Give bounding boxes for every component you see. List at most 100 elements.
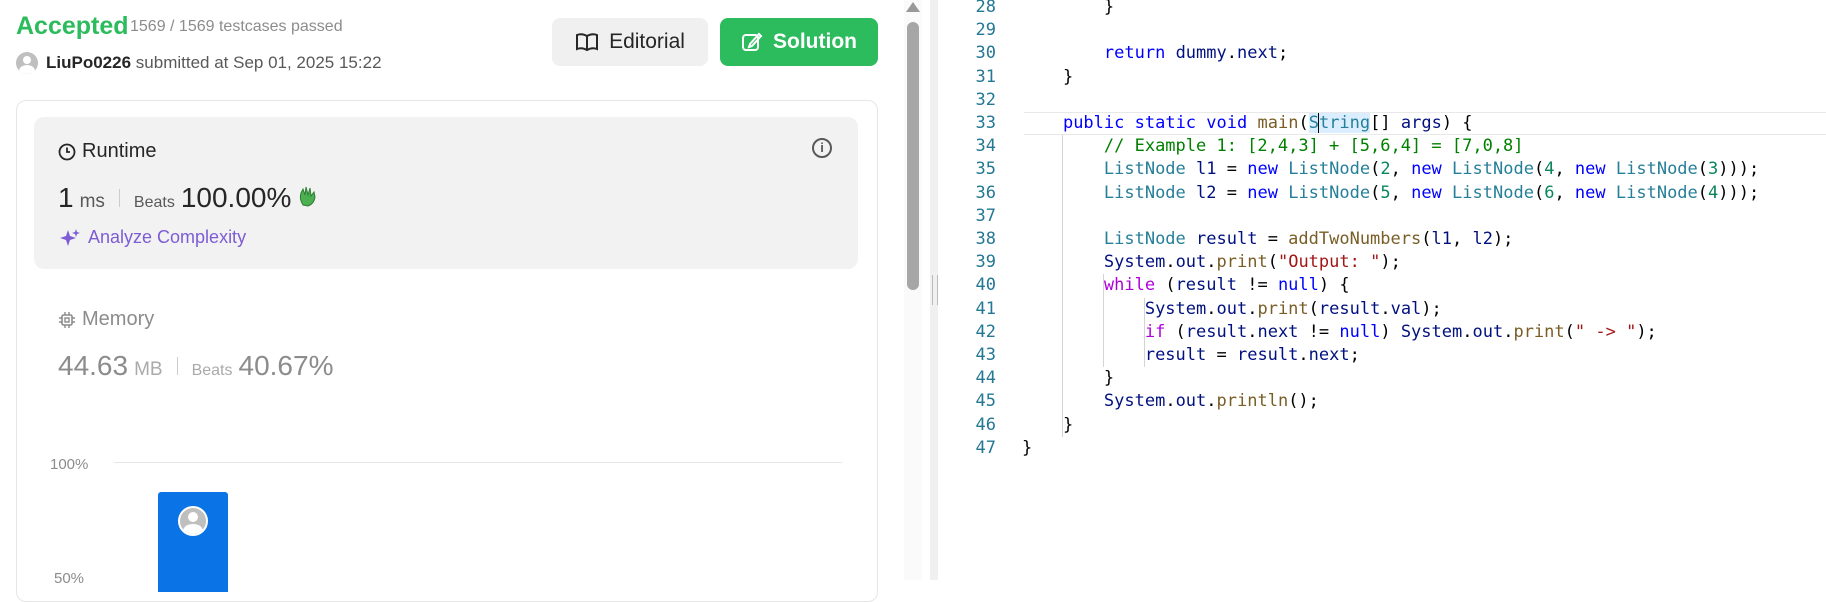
user-avatar[interactable] <box>16 52 38 74</box>
memory-beats-value: 40.67% <box>238 350 334 381</box>
code-line[interactable]: 37 <box>938 205 1826 228</box>
clap-hands-icon <box>300 186 316 207</box>
status-accepted: Accepted <box>16 12 129 40</box>
code-line[interactable]: 34 // Example 1: [2,4,3] + [5,6,4] = [7,… <box>938 135 1826 158</box>
submission-panel: Accepted 1569 / 1569 testcases passed Li… <box>0 0 900 602</box>
axis-label-100: 100% <box>50 456 89 473</box>
code-text[interactable]: result = result.next; <box>1022 344 1360 367</box>
runtime-beats-label: Beats <box>133 194 175 211</box>
runtime-title-label: Runtime <box>82 140 157 162</box>
code-text[interactable]: } <box>1022 414 1073 437</box>
submitted-at: submitted at Sep 01, 2025 15:22 <box>135 53 382 72</box>
divider <box>118 189 120 207</box>
memory-unit: MB <box>134 359 163 380</box>
code-text[interactable]: System.out.print(result.val); <box>1022 298 1442 321</box>
code-line[interactable]: 42 if (result.next != null) System.out.p… <box>938 321 1826 344</box>
solution-button[interactable]: Solution <box>720 18 878 66</box>
code-text[interactable]: return dummy.next; <box>1022 42 1288 65</box>
code-line[interactable]: 40 while (result != null) { <box>938 274 1826 297</box>
code-text[interactable]: System.out.print("Output: "); <box>1022 251 1401 274</box>
submission-meta: LiuPo0226 submitted at Sep 01, 2025 15:2… <box>46 53 382 73</box>
line-number: 31 <box>975 66 996 87</box>
code-line[interactable]: 47} <box>938 437 1826 460</box>
solution-label: Solution <box>773 30 857 53</box>
runtime-unit: ms <box>79 191 105 212</box>
line-number: 28 <box>975 0 996 17</box>
code-text[interactable]: if (result.next != null) System.out.prin… <box>1022 321 1657 344</box>
code-text[interactable]: } <box>1022 66 1073 89</box>
code-line[interactable]: 35 ListNode l1 = new ListNode(2, new Lis… <box>938 158 1826 181</box>
code-line[interactable]: 30 return dummy.next; <box>938 42 1826 65</box>
code-text[interactable]: } <box>1022 437 1032 460</box>
code-text[interactable]: System.out.println(); <box>1022 390 1319 413</box>
line-number: 34 <box>975 136 996 157</box>
code-text[interactable]: } <box>1022 367 1114 390</box>
code-line[interactable]: 43 result = result.next; <box>938 344 1826 367</box>
username-link[interactable]: LiuPo0226 <box>46 53 131 72</box>
code-text[interactable]: while (result != null) { <box>1022 274 1350 297</box>
line-number: 40 <box>975 275 996 296</box>
line-number: 43 <box>975 345 996 365</box>
distribution-bar[interactable] <box>158 492 228 592</box>
code-text[interactable]: ListNode result = addTwoNumbers(l1, l2); <box>1022 228 1514 251</box>
line-number: 44 <box>975 368 996 389</box>
code-line[interactable]: 28 } <box>938 0 1826 19</box>
code-text[interactable]: } <box>1022 0 1114 19</box>
line-number: 45 <box>975 391 996 412</box>
chip-icon <box>59 311 75 328</box>
code-line[interactable]: 33 public static void main(String[] args… <box>938 112 1826 135</box>
code-line[interactable]: 36 ListNode l2 = new ListNode(5, new Lis… <box>938 182 1826 205</box>
code-text[interactable]: public static void main(String[] args) { <box>1022 112 1473 135</box>
memory-title-label: Memory <box>82 308 155 330</box>
editorial-label: Editorial <box>609 30 685 53</box>
sparkle-icon <box>60 228 80 246</box>
indent-guide <box>1062 135 1063 437</box>
line-number: 47 <box>975 437 996 458</box>
line-number: 32 <box>975 89 996 110</box>
axis-label-50: 50% <box>54 570 85 587</box>
line-number: 36 <box>975 182 996 203</box>
memory-title[interactable]: Memory <box>58 308 154 331</box>
testcases-passed: 1569 / 1569 testcases passed <box>130 18 343 35</box>
line-number: 29 <box>975 20 996 41</box>
code-text[interactable]: // Example 1: [2,4,3] + [5,6,4] = [7,0,8… <box>1022 135 1524 158</box>
line-number: 42 <box>975 321 996 342</box>
info-icon[interactable]: i <box>812 138 832 158</box>
code-line[interactable]: 41 System.out.print(result.val); <box>938 298 1826 321</box>
book-icon <box>576 33 599 52</box>
line-number: 41 <box>975 298 996 319</box>
divider <box>176 357 178 375</box>
avatar-icon <box>178 506 208 536</box>
editorial-button[interactable]: Editorial <box>552 18 708 66</box>
memory-beats-label: Beats <box>191 362 233 379</box>
memory-number: 44.63 <box>58 350 129 381</box>
runtime-value: 1 ms Beats 100.00% <box>58 182 321 214</box>
code-line[interactable]: 31 } <box>938 66 1826 89</box>
chart-gridline <box>114 462 842 463</box>
panel-resize-handle[interactable] <box>930 0 938 580</box>
analyze-complexity-link[interactable]: Analyze Complexity <box>60 227 246 248</box>
line-number: 37 <box>975 205 996 226</box>
indent-guide <box>1144 297 1145 368</box>
edit-icon <box>742 32 763 51</box>
line-number: 30 <box>975 43 996 64</box>
code-line[interactable]: 44 } <box>938 367 1826 390</box>
runtime-title: Runtime <box>58 140 156 163</box>
runtime-number: 1 <box>58 182 74 213</box>
code-text[interactable]: ListNode l2 = new ListNode(5, new ListNo… <box>1022 182 1759 205</box>
analyze-label: Analyze Complexity <box>88 227 247 247</box>
code-line[interactable]: 46 } <box>938 414 1826 437</box>
scroll-up-icon[interactable] <box>906 2 920 12</box>
line-number: 39 <box>975 252 996 273</box>
code-line[interactable]: 38 ListNode result = addTwoNumbers(l1, l… <box>938 228 1826 251</box>
code-line[interactable]: 29 <box>938 19 1826 42</box>
runtime-beats-value: 100.00% <box>180 182 292 213</box>
code-line[interactable]: 32 <box>938 89 1826 112</box>
line-number: 38 <box>975 229 996 249</box>
code-line[interactable]: 45 System.out.println(); <box>938 390 1826 413</box>
code-editor[interactable]: 28 } 29 30 return dummy.next; 31 } 32 33 publ… <box>938 0 1826 580</box>
scrollbar-thumb[interactable] <box>907 22 919 290</box>
code-line[interactable]: 39 System.out.print("Output: "); <box>938 251 1826 274</box>
code-text[interactable]: ListNode l1 = new ListNode(2, new ListNo… <box>1022 158 1759 181</box>
memory-value: 44.63 MB Beats 40.67% <box>58 350 333 382</box>
